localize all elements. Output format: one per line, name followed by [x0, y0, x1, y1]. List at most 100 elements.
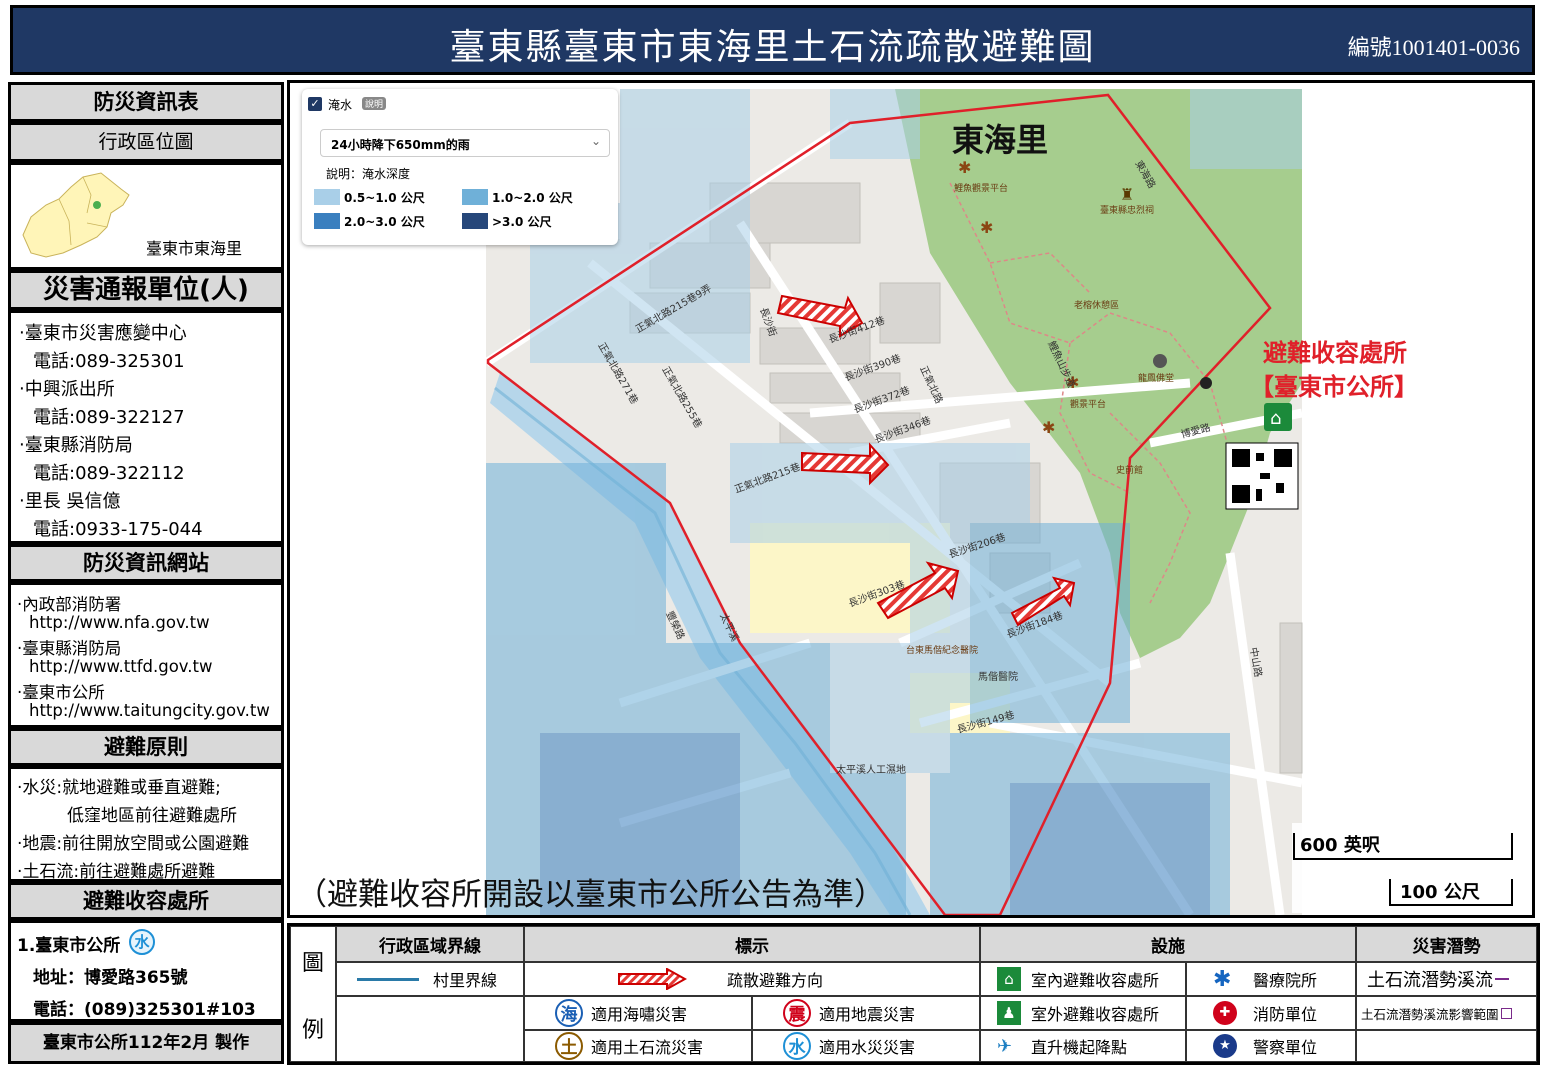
flood-range-label: >3.0 公尺 — [492, 215, 552, 229]
evac-arrow-icon — [618, 968, 687, 990]
flood-range-label: 2.0~3.0 公尺 — [344, 215, 425, 229]
svg-text:台東馬偕紀念醫院: 台東馬偕紀念醫院 — [906, 644, 978, 656]
contact-line: ‧臺東市災害應變中心 — [19, 323, 187, 344]
flood-checkbox[interactable]: ✓ — [308, 97, 322, 111]
legend-police: ★ 警察單位 — [1186, 1030, 1356, 1062]
info-table-title: 防災資訊表 — [8, 82, 284, 122]
report-title: 災害通報單位(人) — [8, 270, 284, 310]
contact-line: 電話:089-325301 — [33, 351, 185, 372]
admin-map-title: 行政區位圖 — [8, 122, 284, 162]
legend-debris: 土 適用土石流災害 — [524, 1030, 752, 1062]
svg-text:老榕休憩區: 老榕休憩區 — [1074, 299, 1119, 311]
debris-icon: 土 — [555, 1032, 583, 1060]
principle-line: 低窪地區前往避難處所 — [67, 806, 237, 826]
chevron-down-icon: ⌄ — [590, 134, 601, 148]
svg-text:觀景平台: 觀景平台 — [1070, 398, 1106, 410]
area-swatch — [1500, 1007, 1512, 1019]
legend-label: 土石流潛勢溪流 — [1367, 970, 1493, 991]
boundary-line-swatch — [357, 977, 419, 981]
legend-label: 室外避難收容處所 — [1031, 1005, 1160, 1024]
legend-label: 土石流潛勢溪流影響範圍 — [1361, 1006, 1499, 1022]
helicopter-icon: ✈ — [997, 1035, 1013, 1057]
shelter-address: 地址：博愛路365號 — [33, 968, 188, 988]
website-line: ‧臺東縣消防局 — [17, 639, 122, 658]
contacts-box: ‧臺東市災害應變中心 電話:089-325301 ‧中興派出所 電話:089-3… — [8, 310, 284, 544]
shelter-glyph: ⌂ — [1270, 408, 1281, 429]
legend-label: 適用地震災害 — [819, 1005, 916, 1024]
earthquake-icon: 震 — [783, 999, 811, 1027]
map-id: 編號1001401-0036 — [1347, 35, 1520, 60]
legend-col-facilities: 設施 — [980, 926, 1356, 962]
svg-text:✱: ✱ — [980, 218, 993, 237]
stream-line-swatch — [1495, 978, 1509, 980]
left-panel: 防災資訊表 行政區位圖 臺東市東海里 災害通報單位(人) ‧臺東市災害應變中心 … — [8, 82, 284, 1066]
contact-line: 電話:089-322127 — [33, 407, 185, 428]
legend-label: 室內避難收容處所 — [1031, 971, 1160, 990]
flood-range-swatch — [462, 189, 488, 205]
legend-side-char: 例 — [301, 1017, 324, 1043]
legend-tsunami: 海 適用海嘯災害 — [524, 996, 752, 1030]
website-link[interactable]: http://www.taitungcity.gov.tw — [29, 701, 270, 720]
svg-text:太平溪人工濕地: 太平溪人工濕地 — [836, 763, 906, 776]
indoor-shelter-icon: ⌂ — [997, 967, 1021, 991]
shelter-phone: 電話：(089)325301#103 — [33, 1000, 256, 1020]
website-line: ‧內政部消防署 — [17, 595, 122, 614]
scenario-select[interactable]: 24小時降下650mm的雨 ⌄ — [320, 129, 610, 157]
principle-line: ‧水災:就地避難或垂直避難; — [17, 778, 221, 798]
legend-label: 疏散避難方向 — [727, 971, 824, 990]
made-by: 臺東市公所112年2月 製作 — [8, 1022, 284, 1064]
outdoor-shelter-icon: ♟ — [997, 1001, 1021, 1025]
legend-label: 警察單位 — [1253, 1038, 1318, 1057]
scenario-value: 24小時降下650mm的雨 — [331, 138, 470, 152]
legend-label: 適用海嘯災害 — [591, 1005, 688, 1024]
website-line: ‧臺東市公所 — [17, 683, 105, 702]
village-name: 東海里 — [952, 121, 1048, 159]
svg-text:♜: ♜ — [1120, 185, 1134, 204]
admin-caption: 臺東市東海里 — [146, 239, 243, 258]
police-icon: ★ — [1213, 1034, 1237, 1058]
legend-earthquake: 震 適用地震災害 — [752, 996, 980, 1030]
map-frame[interactable]: ✱ ✱ ✱ ✱ ♜ ⌂ 東海里 避難收容處所 【臺東市公所】 長沙街412巷 長… — [287, 80, 1535, 918]
svg-text:鯉魚觀景平台: 鯉魚觀景平台 — [954, 182, 1008, 194]
principle-title: 避難原則 — [8, 728, 284, 766]
legend-fire: ✚ 消防單位 — [1186, 996, 1356, 1030]
legend-col-marks: 標示 — [524, 926, 980, 962]
info-badge[interactable]: 說明 — [362, 97, 387, 110]
contact-line: 電話:089-322112 — [33, 463, 185, 484]
legend-heliport: ✈ 直升機起降點 — [980, 1030, 1186, 1062]
legend-side-char: 圖 — [301, 950, 324, 976]
flood-range-label: 1.0~2.0 公尺 — [492, 191, 573, 205]
shelter-name: 1.臺東市公所 — [17, 936, 121, 956]
admin-map-box: 臺東市東海里 — [8, 162, 284, 270]
contact-line: ‧臺東縣消防局 — [19, 435, 133, 456]
principle-line: ‧地震:前往開放空間或公園避難 — [17, 834, 250, 854]
legend-evac-direction: 疏散避難方向 — [524, 962, 980, 996]
contact-line: ‧里長 吳信億 — [19, 491, 121, 512]
shelter-label-name: 【臺東市公所】 — [1250, 373, 1418, 401]
fire-dept-icon: ✚ — [1213, 1001, 1237, 1025]
flood-legend-title: 說明：淹水深度 — [326, 167, 411, 181]
web-title: 防災資訊網站 — [8, 544, 284, 582]
notice-text: （避難收容所開設以臺東市公所公告為準） — [296, 877, 885, 913]
legend-village-boundary: 村里界線 — [336, 962, 524, 996]
website-link[interactable]: http://www.nfa.gov.tw — [29, 613, 210, 632]
website-link[interactable]: http://www.ttfd.gov.tw — [29, 657, 213, 676]
svg-text:臺東縣忠烈祠: 臺東縣忠烈祠 — [1100, 204, 1154, 216]
contact-line: 電話:0933-175-044 — [33, 519, 203, 540]
flood-checkbox-label: 淹水 — [328, 98, 353, 112]
svg-text:✱: ✱ — [958, 158, 971, 177]
shelter-label: 避難收容處所 — [1263, 339, 1407, 367]
legend-debris-stream: 土石流潛勢溪流 — [1356, 962, 1537, 996]
title-bar: 臺東縣臺東市東海里土石流疏散避難圖 編號1001401-0036 — [10, 5, 1535, 75]
legend-outdoor-shelter: ♟ 室外避難收容處所 — [980, 996, 1186, 1030]
tsunami-icon: 海 — [555, 999, 583, 1027]
legend-indoor-shelter: ⌂ 室內避難收容處所 — [980, 962, 1186, 996]
svg-text:✱: ✱ — [1042, 418, 1055, 437]
legend-col-hazard: 災害潛勢 — [1356, 926, 1537, 962]
scale-m: 100 公尺 — [1400, 882, 1480, 903]
legend-label: 醫療院所 — [1253, 971, 1318, 990]
shelter-box: 1.臺東市公所 水 地址：博愛路365號 電話：(089)325301#103 — [8, 920, 284, 1022]
websites-box: ‧內政部消防署 http://www.nfa.gov.tw ‧臺東縣消防局 ht… — [8, 582, 284, 728]
legend-label: 直升機起降點 — [1031, 1038, 1128, 1057]
page-title: 臺東縣臺東市東海里土石流疏散避難圖 — [449, 27, 1096, 68]
